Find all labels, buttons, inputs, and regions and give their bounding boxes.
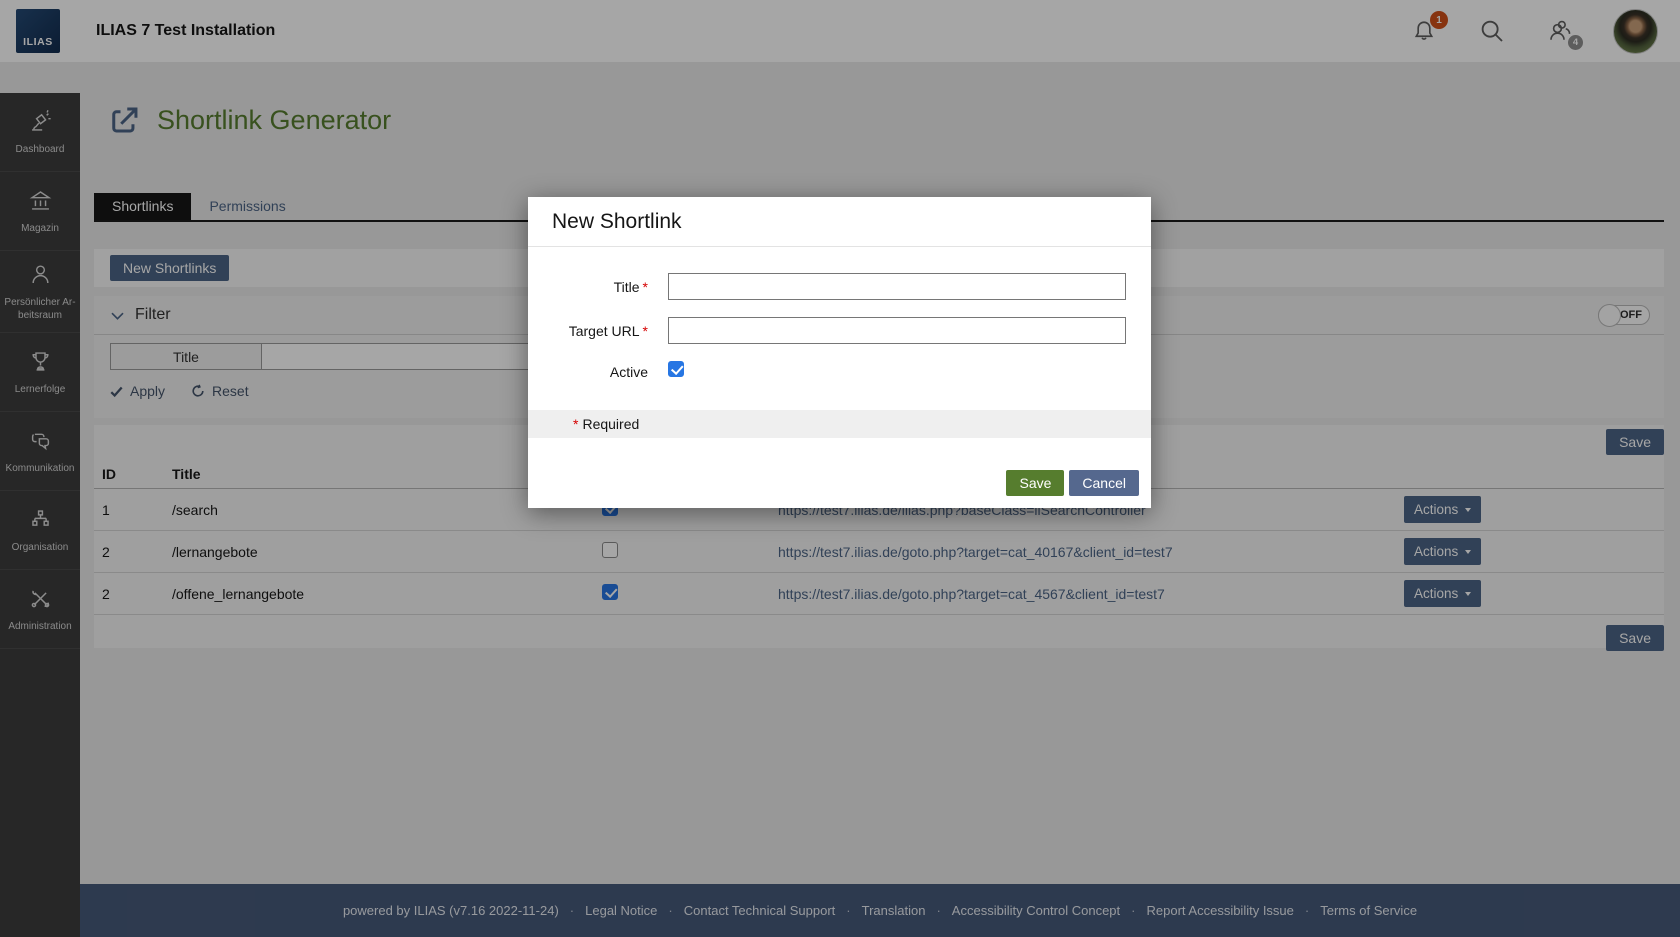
ilias-app: ILIAS ILIAS 7 Test Installation 1	[0, 0, 1680, 937]
modal-cancel-button[interactable]: Cancel	[1069, 470, 1139, 496]
modal-title: New Shortlink	[552, 210, 682, 233]
required-note: *Required	[528, 410, 1151, 438]
title-input[interactable]	[668, 273, 1126, 300]
new-shortlink-modal: New Shortlink Title* Target URL* Active …	[528, 197, 1151, 508]
target-url-field-label: Target URL*	[552, 323, 648, 339]
active-field-label: Active	[552, 364, 648, 380]
modal-header: New Shortlink	[528, 197, 1151, 247]
form-row-target-url: Target URL*	[552, 317, 1127, 344]
modal-form: Title* Target URL* Active	[528, 247, 1151, 398]
active-checkbox[interactable]	[668, 361, 684, 377]
title-field-label: Title*	[552, 279, 648, 295]
modal-footer: Save Cancel	[528, 470, 1151, 508]
required-asterisk: *	[643, 279, 648, 295]
form-row-title: Title*	[552, 273, 1127, 300]
form-row-active: Active	[552, 361, 1127, 382]
target-url-input[interactable]	[668, 317, 1126, 344]
required-asterisk: *	[643, 323, 648, 339]
modal-save-button[interactable]: Save	[1006, 470, 1064, 496]
